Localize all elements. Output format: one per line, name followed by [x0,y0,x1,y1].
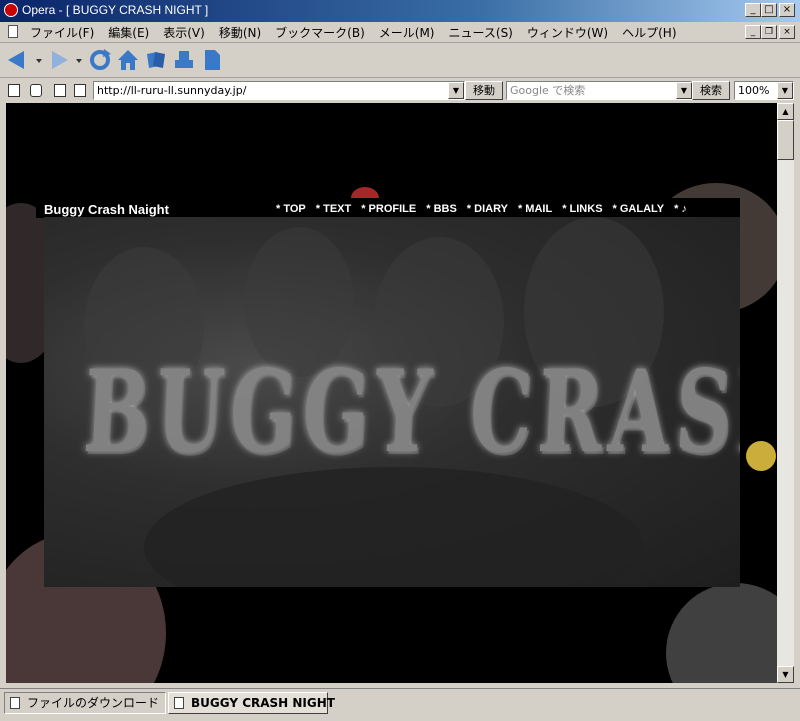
go-button[interactable]: 移動 [465,81,503,100]
scroll-thumb[interactable] [777,120,794,160]
reload-icon[interactable] [88,48,112,72]
minimize-button[interactable]: _ [745,3,761,17]
menu-item[interactable]: ヘルプ(H) [622,24,676,41]
print-small-icon[interactable] [74,84,86,97]
menu-item[interactable]: ニュース(S) [448,24,512,41]
close-button[interactable]: × [779,3,795,17]
page-icon[interactable] [200,48,224,72]
page-viewport[interactable]: Buggy Crash Naight * TOP * TEXT * PROFILE *… [6,103,777,683]
vertical-scrollbar[interactable]: ▲ ▼ [777,103,794,683]
tab-page-icon [10,697,20,709]
menu-item[interactable]: 編集(E) [108,24,149,41]
site-nav-link[interactable]: * LINKS [562,203,602,215]
scroll-down-button[interactable]: ▼ [777,666,794,683]
site-nav-link[interactable]: * TOP [276,203,306,215]
back-icon[interactable] [6,48,46,72]
site-nav-link[interactable]: * TEXT [316,203,351,215]
document-icon [8,25,18,38]
mdi-minimize-button[interactable]: _ [745,25,761,39]
window-title: Opera - [ BUGGY CRASH NIGHT ] [22,3,209,17]
page-tab[interactable]: ファイルのダウンロード [4,692,166,714]
site-nav-link[interactable]: * PROFILE [361,203,416,215]
security-icon[interactable] [8,84,20,97]
menu-item[interactable]: ファイル(F) [30,24,94,41]
forward-icon[interactable] [48,48,88,72]
search-input[interactable]: Google で検索 [506,81,692,100]
address-input[interactable]: http://ll-ruru-ll.sunnyday.jp/ [93,81,465,100]
banner-title-graphic: BUGGY CRASH NIGHT [80,346,740,479]
scroll-up-button[interactable]: ▲ [777,103,794,120]
bookmarks-icon[interactable] [144,48,168,72]
maximize-button[interactable]: □ [761,3,777,17]
mdi-close-button[interactable]: × [779,25,795,39]
window-title-bar[interactable]: Opera - [ BUGGY CRASH NIGHT ] _ □ × [0,0,800,22]
menu-item[interactable]: ウィンドウ(W) [527,24,608,41]
site-title: Buggy Crash Naight [44,202,169,217]
background-photo [746,441,776,471]
search-button[interactable]: 検索 [692,81,730,100]
address-dropdown-button[interactable]: ▼ [448,82,464,99]
site-nav-link[interactable]: * BBS [426,203,457,215]
site-nav-link[interactable]: * ♪ [674,203,687,215]
menu-item[interactable]: ブックマーク(B) [275,24,365,41]
menu-item[interactable]: 移動(N) [219,24,261,41]
site-nav-link[interactable]: * GALALY [613,203,665,215]
camera-icon[interactable] [30,84,42,97]
menu-item[interactable]: メール(M) [379,24,435,41]
home-icon[interactable] [116,48,140,72]
menu-bar: ファイル(F) 編集(E) 表示(V) 移動(N) ブックマーク(B) メール(M) ニュー… [0,22,800,43]
new-page-icon[interactable] [54,84,66,97]
site-nav-link[interactable]: * DIARY [467,203,508,215]
menu-items: ファイル(F) 編集(E) 表示(V) 移動(N) ブックマーク(B) メール(M) ニュー… [30,24,691,41]
search-engine-dropdown[interactable]: ▼ [676,82,692,99]
site-navigation: * TOP * TEXT * PROFILE * BBS * DIARY * MAIL * … [276,203,697,215]
zoom-dropdown-button[interactable]: ▼ [777,82,793,99]
page-tab-label: ファイルのダウンロード [27,696,160,710]
tab-page-icon [174,697,184,709]
mdi-restore-button[interactable]: ❐ [761,25,777,39]
site-banner: BUGGY CRASH NIGHT [44,217,740,587]
page-tab[interactable]: BUGGY CRASH NIGHT [168,692,335,714]
background-photo [666,583,777,683]
print-icon[interactable] [172,48,196,72]
page-tab-label: BUGGY CRASH NIGHT [191,696,335,710]
opera-app-icon [4,3,18,17]
site-nav-link[interactable]: * MAIL [518,203,552,215]
menu-item[interactable]: 表示(V) [163,24,205,41]
